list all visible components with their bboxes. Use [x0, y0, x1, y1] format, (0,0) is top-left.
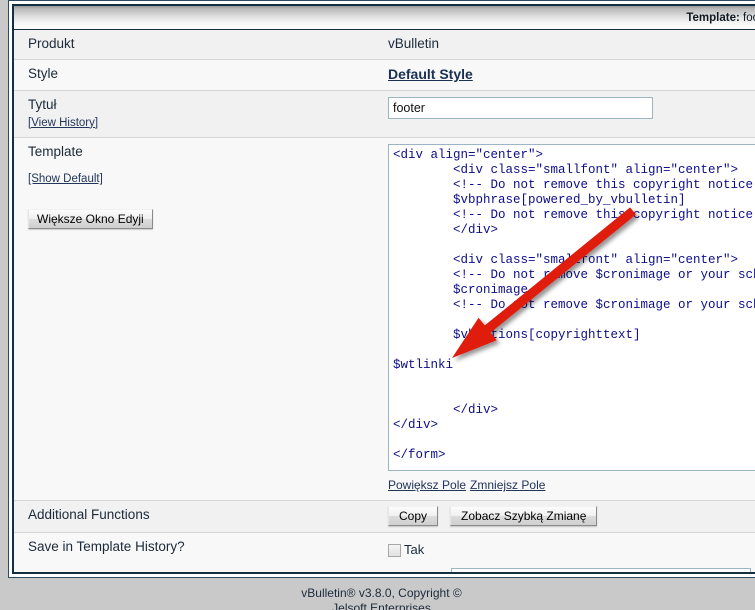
copyright-line-2: Jelsoft Enterprises — [332, 601, 431, 610]
view-history-link[interactable]: [View History] — [28, 116, 98, 130]
template-label: Template — [28, 143, 83, 159]
admin-panel-frame: Template: foo Produkt vBulletin — [8, 0, 755, 578]
shrink-field-link[interactable]: Zmniejsz Pole — [470, 478, 545, 492]
template-form-table: Produkt vBulletin Style Default Style Ty… — [14, 30, 755, 572]
product-label-cell: Produkt — [14, 30, 384, 60]
save-history-checkbox-label: Tak — [404, 542, 425, 558]
table-row-style: Style Default Style — [14, 59, 755, 91]
template-label-cell: Template [Show Default] Większe Okno Edy… — [14, 137, 384, 502]
template-code-textarea[interactable] — [388, 143, 755, 471]
history-value-cell: Tak Comment — [384, 533, 755, 572]
copy-button[interactable]: Copy — [388, 506, 439, 527]
panel-title-label: Template: — [686, 11, 740, 24]
template-history-label: Save in Template History? — [28, 539, 185, 555]
copyright-line-1: vBulletin® v3.8.0, Copyright © — [301, 586, 462, 600]
bigger-editor-button[interactable]: Większe Okno Edyji — [28, 209, 153, 230]
title-input[interactable] — [388, 96, 653, 119]
textarea-resize-links: Powiększ Pole Zmniejsz Pole — [388, 475, 755, 494]
default-style-link[interactable]: Default Style — [388, 66, 473, 82]
product-value: vBulletin — [388, 36, 440, 51]
copyright-footer: vBulletin® v3.8.0, Copyright © Jelsoft E… — [8, 586, 755, 610]
table-row-product: Produkt vBulletin — [14, 30, 755, 60]
product-label: Produkt — [28, 36, 75, 51]
title-label-cell: Tytuł [View History] — [14, 90, 384, 138]
panel-title: Template: foo — [686, 12, 755, 24]
additional-functions-label: Additional Functions — [28, 507, 150, 523]
title-label: Tytuł — [28, 96, 57, 112]
table-row-additional-functions: Additional Functions Copy Zobacz Szybką … — [14, 500, 755, 534]
panel-title-value: foo — [743, 11, 755, 24]
title-value-cell — [384, 90, 755, 138]
template-value-cell: Powiększ Pole Zmniejsz Pole — [384, 137, 755, 502]
comment-input[interactable] — [451, 567, 752, 572]
additional-value-cell: Copy Zobacz Szybką Zmianę — [384, 500, 755, 534]
additional-label-cell: Additional Functions — [14, 500, 384, 534]
product-value-cell: vBulletin — [384, 30, 755, 60]
admin-panel-inner: Template: foo Produkt vBulletin — [12, 4, 755, 574]
style-value-cell: Default Style — [384, 59, 755, 91]
comment-label: Comment — [388, 570, 444, 572]
save-history-checkbox[interactable] — [388, 543, 401, 557]
quick-change-button[interactable]: Zobacz Szybką Zmianę — [450, 506, 598, 527]
table-row-template: Template [Show Default] Większe Okno Edy… — [14, 137, 755, 502]
style-label: Style — [28, 65, 59, 81]
show-default-link[interactable]: [Show Default] — [28, 172, 103, 186]
comment-row: Comment — [388, 559, 755, 572]
table-row-template-history: Save in Template History? Tak Comment — [14, 532, 755, 572]
screen-root: Template: foo Produkt vBulletin — [0, 0, 755, 610]
style-label-cell: Style — [14, 59, 384, 91]
panel-titlebar: Template: foo — [14, 6, 755, 30]
history-checkbox-row: Tak — [388, 539, 755, 558]
enlarge-field-link[interactable]: Powiększ Pole — [388, 478, 466, 492]
table-row-title: Tytuł [View History] — [14, 90, 755, 138]
history-label-cell: Save in Template History? — [14, 533, 384, 572]
